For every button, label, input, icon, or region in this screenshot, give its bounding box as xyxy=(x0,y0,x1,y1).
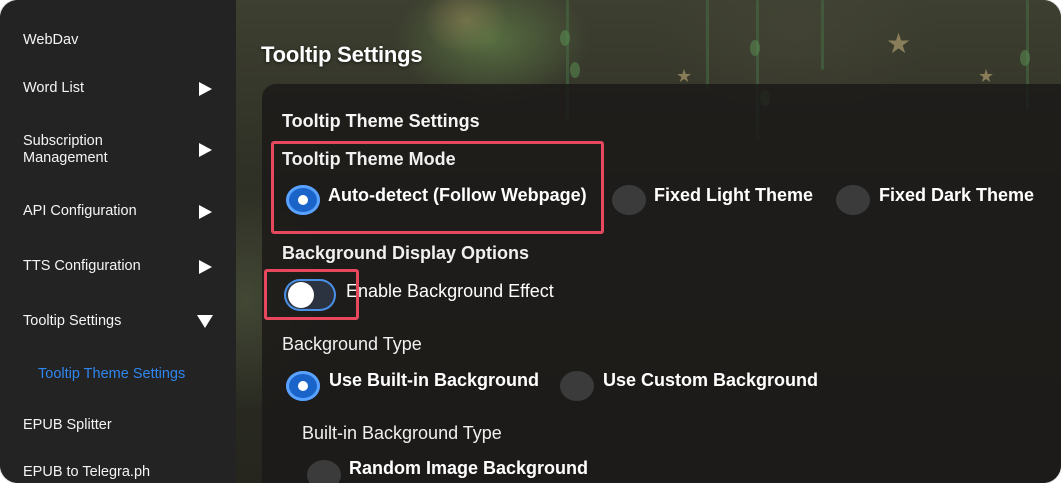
background-display-label: Background Display Options xyxy=(282,243,530,263)
radio-label-fixed-light[interactable]: Fixed Light Theme xyxy=(654,185,813,206)
builtin-type-label: Built-in Background Type xyxy=(302,423,502,443)
leaf-decoration xyxy=(1020,50,1030,66)
leaf-decoration xyxy=(570,62,580,78)
expand-arrow-icon xyxy=(199,81,212,96)
page-title: Tooltip Settings xyxy=(261,42,423,67)
sidebar-item-label: WebDav xyxy=(23,32,79,48)
sidebar-item-epub-splitter[interactable]: EPUB Splitter xyxy=(23,417,212,434)
radio-fixed-dark[interactable] xyxy=(836,185,870,215)
sidebar-item-label: Word List xyxy=(23,80,84,96)
radio-label-auto-detect[interactable]: Auto-detect (Follow Webpage) xyxy=(328,185,587,206)
sidebar-item-word-list[interactable]: Word List xyxy=(23,80,212,97)
radio-custom-background[interactable] xyxy=(560,371,594,401)
sidebar-item-epub-to-telegraph[interactable]: EPUB to Telegra.ph xyxy=(23,464,212,481)
vine-decoration xyxy=(821,0,824,70)
toggle-knob xyxy=(288,282,314,308)
leaf-decoration xyxy=(750,40,760,56)
expand-arrow-icon xyxy=(199,143,212,157)
sidebar-item-label: API Configuration xyxy=(23,203,137,219)
sidebar-item-label: TTS Configuration xyxy=(23,258,141,274)
sidebar-item-tts-configuration[interactable]: TTS Configuration xyxy=(23,258,212,275)
sidebar-item-api-configuration[interactable]: API Configuration xyxy=(23,203,212,220)
collapse-arrow-icon xyxy=(197,315,213,328)
sidebar: WebDav Word List Subscription Management… xyxy=(0,0,236,483)
radio-random-image[interactable] xyxy=(307,460,341,483)
toggle-label-background-effect: Enable Background Effect xyxy=(346,281,554,301)
sidebar-subitem-tooltip-theme-settings[interactable]: Tooltip Theme Settings xyxy=(38,366,185,382)
background-effect-toggle[interactable] xyxy=(284,279,336,311)
vine-decoration xyxy=(706,0,709,90)
radio-auto-detect[interactable] xyxy=(286,185,320,215)
star-icon: ★ xyxy=(886,28,912,59)
sidebar-item-label: Tooltip Settings xyxy=(23,313,122,329)
radio-label-custom-background[interactable]: Use Custom Background xyxy=(603,370,818,391)
section-heading: Tooltip Theme Settings xyxy=(282,111,480,131)
settings-panel: Tooltip Theme Settings Tooltip Theme Mod… xyxy=(262,84,1061,483)
expand-arrow-icon xyxy=(199,204,212,219)
background-type-label: Background Type xyxy=(282,334,422,354)
sidebar-item-tooltip-settings[interactable]: Tooltip Settings xyxy=(23,313,213,330)
leaf-decoration xyxy=(560,30,570,46)
expand-arrow-icon xyxy=(199,259,212,274)
radio-builtin-background[interactable] xyxy=(286,371,320,401)
radio-fixed-light[interactable] xyxy=(612,185,646,215)
app-window: WebDav Word List Subscription Management… xyxy=(0,0,1061,483)
sidebar-item-webdav[interactable]: WebDav xyxy=(23,32,212,49)
sidebar-item-label: EPUB to Telegra.ph xyxy=(23,464,151,480)
radio-label-random-image[interactable]: Random Image Background xyxy=(349,458,588,479)
radio-label-fixed-dark[interactable]: Fixed Dark Theme xyxy=(879,185,1034,206)
sidebar-item-label: EPUB Splitter xyxy=(23,417,112,433)
sidebar-item-subscription-management[interactable]: Subscription Management xyxy=(23,133,212,167)
theme-mode-label: Tooltip Theme Mode xyxy=(282,149,456,169)
radio-label-builtin-background[interactable]: Use Built-in Background xyxy=(329,370,539,391)
sidebar-item-label: Subscription Management xyxy=(23,133,108,166)
